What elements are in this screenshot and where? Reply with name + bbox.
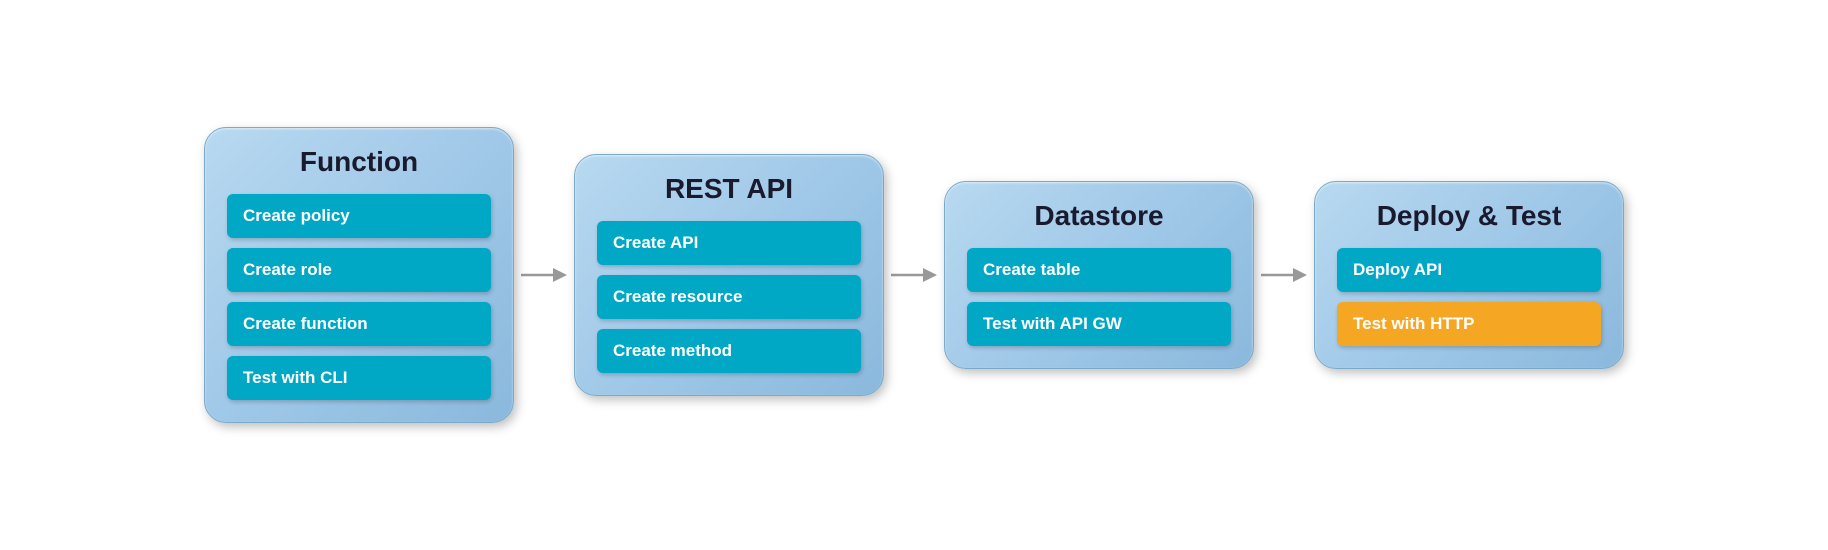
deploy-test-items: Deploy API Test with HTTP	[1337, 248, 1601, 346]
create-role-button[interactable]: Create role	[227, 248, 491, 292]
function-panel: Function Create policy Create role Creat…	[204, 127, 514, 423]
function-panel-title: Function	[227, 146, 491, 178]
create-resource-button[interactable]: Create resource	[597, 275, 861, 319]
datastore-items: Create table Test with API GW	[967, 248, 1231, 346]
create-table-button[interactable]: Create table	[967, 248, 1231, 292]
create-method-button[interactable]: Create method	[597, 329, 861, 373]
test-with-http-button[interactable]: Test with HTTP	[1337, 302, 1601, 346]
deploy-test-panel-title: Deploy & Test	[1337, 200, 1601, 232]
datastore-panel: Datastore Create table Test with API GW	[944, 181, 1254, 369]
create-policy-button[interactable]: Create policy	[227, 194, 491, 238]
datastore-panel-title: Datastore	[967, 200, 1231, 232]
deploy-test-panel: Deploy & Test Deploy API Test with HTTP	[1314, 181, 1624, 369]
rest-api-panel-title: REST API	[597, 173, 861, 205]
rest-api-panel: REST API Create API Create resource Crea…	[574, 154, 884, 396]
create-function-button[interactable]: Create function	[227, 302, 491, 346]
deploy-api-button[interactable]: Deploy API	[1337, 248, 1601, 292]
create-api-button[interactable]: Create API	[597, 221, 861, 265]
arrow-2-icon	[889, 255, 939, 295]
arrow-3	[1254, 255, 1314, 295]
test-with-cli-button[interactable]: Test with CLI	[227, 356, 491, 400]
arrow-3-icon	[1259, 255, 1309, 295]
test-with-api-gw-button[interactable]: Test with API GW	[967, 302, 1231, 346]
arrow-2	[884, 255, 944, 295]
rest-api-items: Create API Create resource Create method	[597, 221, 861, 373]
arrow-1-icon	[519, 255, 569, 295]
arrow-1	[514, 255, 574, 295]
function-items: Create policy Create role Create functio…	[227, 194, 491, 400]
diagram: Function Create policy Create role Creat…	[204, 127, 1624, 423]
